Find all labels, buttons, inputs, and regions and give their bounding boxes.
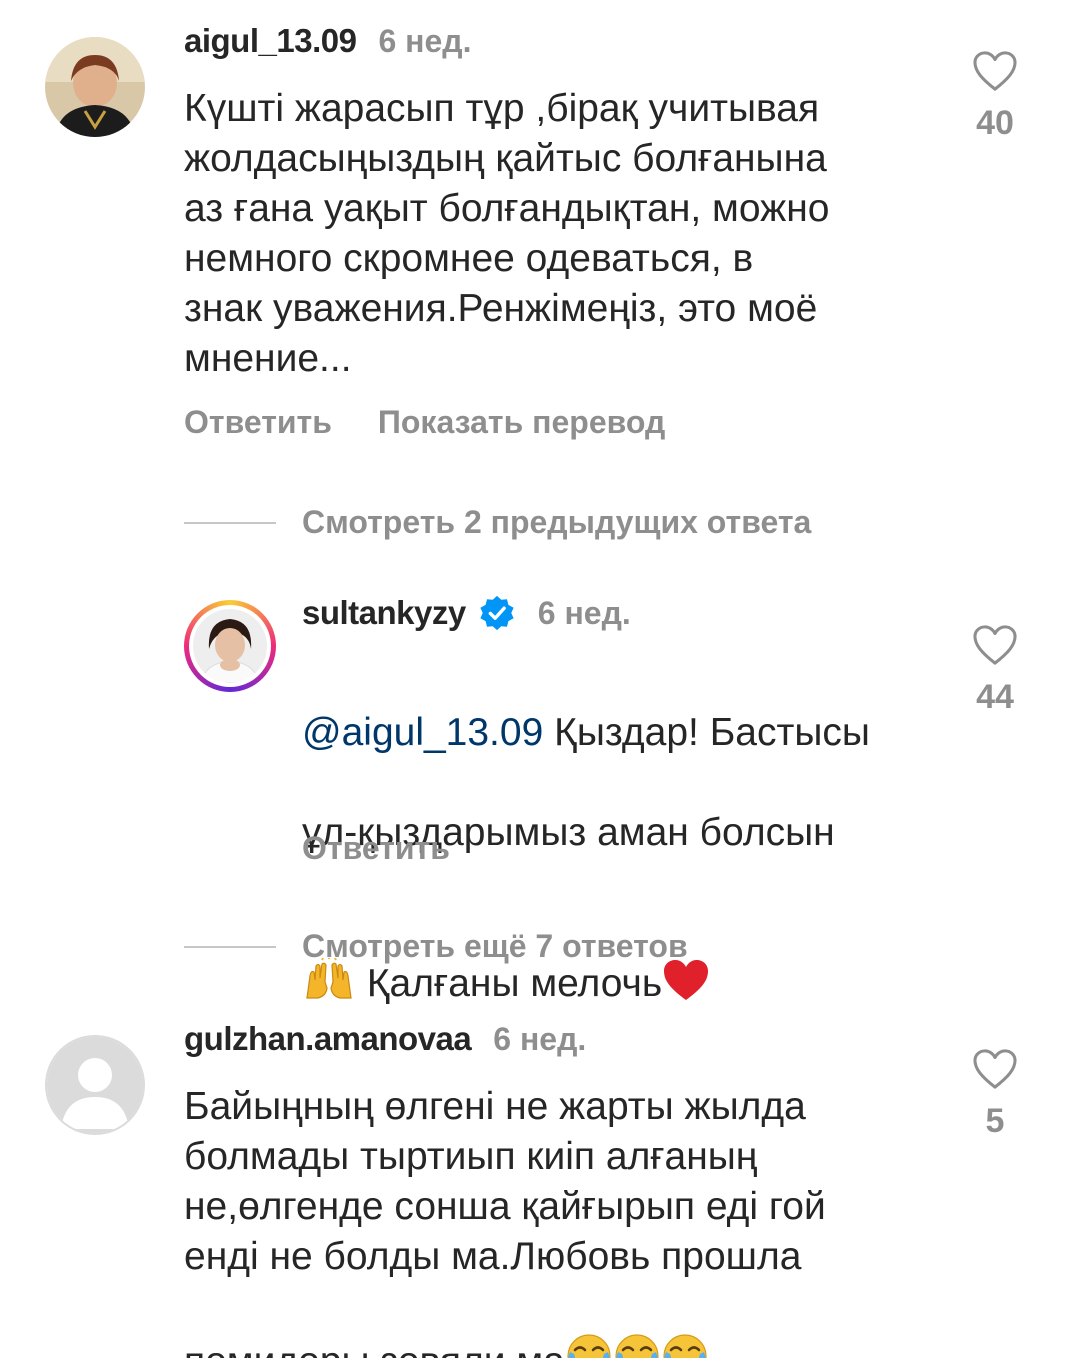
avatar-photo-icon [45,37,145,137]
default-avatar-icon [47,1037,143,1133]
reply-text-line: Қалғаны мелочь [356,962,663,1005]
verified-badge-icon [478,594,516,632]
heart-icon[interactable] [965,1048,1025,1090]
comment-username[interactable]: gulzhan.amanovaa [184,1020,472,1058]
view-more-replies-button[interactable]: Смотреть ещё 7 ответов [184,928,688,965]
avatar[interactable] [45,1035,145,1135]
reply-text-line: Қыздар! Бастысы [543,711,870,754]
comment-text: Күшті жарасып тұр ,бірақ учитывая жолдас… [184,87,830,380]
tears-of-joy-emoji-icon [613,1282,661,1358]
reply-button[interactable]: Ответить [184,404,332,441]
like-count: 44 [976,678,1014,716]
like-count: 40 [976,104,1014,142]
comment-username[interactable]: aigul_13.09 [184,22,357,60]
view-replies-label: Смотреть 2 предыдущих ответа [302,504,812,540]
heart-icon[interactable] [965,50,1025,92]
like-count: 5 [985,1102,1005,1140]
show-translation-button[interactable]: Показать перевод [378,404,665,441]
comment-time: 6 нед. [493,1020,587,1057]
comment-text: Байыңның өлгені не жарты жылда болмады т… [184,1082,964,1358]
tears-of-joy-emoji-icon [565,1282,613,1358]
divider-line [184,945,276,948]
comment-username[interactable]: sultankyzy [302,594,466,632]
divider-line [184,521,276,524]
tears-of-joy-emoji-icon [661,1282,709,1358]
comment-time: 6 нед. [378,22,472,59]
view-previous-replies-button[interactable]: Смотреть 2 предыдущих ответа [184,504,811,541]
avatar[interactable] [45,37,145,137]
avatar-photo-icon [193,609,267,683]
reply-button[interactable]: Ответить [302,830,450,867]
mention-link[interactable]: @aigul_13.09 [302,711,543,754]
view-replies-label: Смотреть ещё 7 ответов [302,928,688,964]
avatar-story-ring[interactable] [184,600,276,692]
heart-icon[interactable] [965,624,1025,666]
comment-text-body: Байыңның өлгені не жарты жылда болмады т… [184,1085,826,1358]
comment-time: 6 нед. [537,594,631,631]
